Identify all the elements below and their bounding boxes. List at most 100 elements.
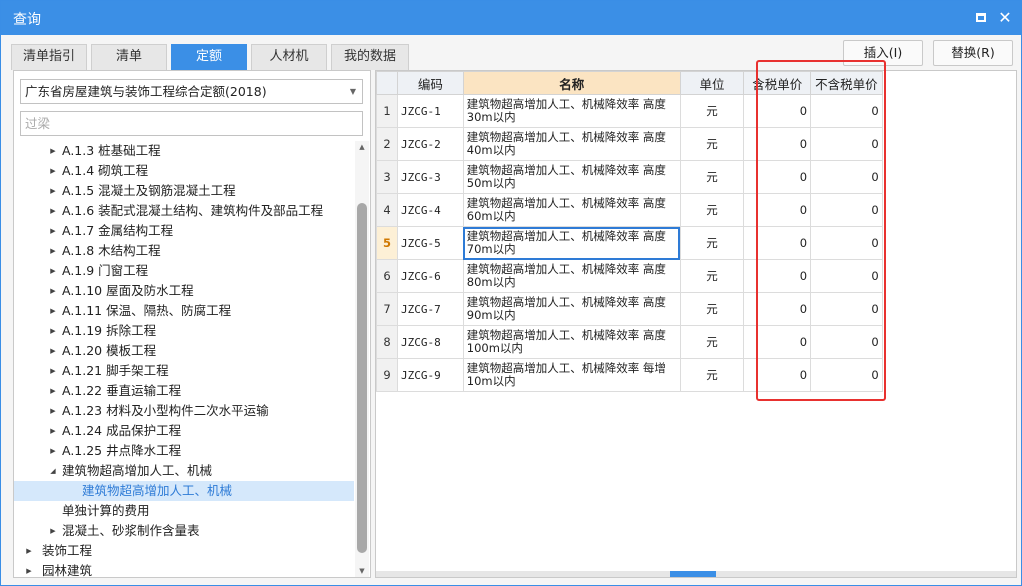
horizontal-scrollbar[interactable]	[376, 571, 1016, 577]
unit-cell[interactable]: 元	[679, 292, 745, 326]
notax-price-cell[interactable]: 0	[810, 325, 883, 359]
notax-price-cell[interactable]: 0	[810, 226, 883, 260]
collapsed-arrow-icon[interactable]: ▶	[48, 421, 58, 441]
collapsed-arrow-icon[interactable]: ▶	[48, 381, 58, 401]
tree-item[interactable]: ▶ A.1.6 装配式混凝土结构、建筑构件及部品工程	[14, 201, 354, 221]
collapsed-arrow-icon[interactable]: ▶	[48, 201, 58, 221]
unit-cell[interactable]: 元	[679, 94, 745, 128]
collapsed-arrow-icon[interactable]: ▶	[48, 281, 58, 301]
collapsed-arrow-icon[interactable]: ▶	[48, 401, 58, 421]
row-number[interactable]: 2	[376, 127, 398, 161]
tax-price-cell[interactable]: 0	[743, 292, 812, 326]
filter-input[interactable]: 过梁	[20, 111, 363, 136]
tax-price-cell[interactable]: 0	[743, 127, 812, 161]
tree-item[interactable]: ▶ A.1.4 砌筑工程	[14, 161, 354, 181]
tree-item[interactable]: 建筑物超高增加人工、机械	[14, 481, 354, 501]
name-cell[interactable]: 建筑物超高增加人工、机械降效率 高度 100m以内	[462, 325, 681, 359]
tree-item[interactable]: ▶ A.1.11 保温、隔热、防腐工程	[14, 301, 354, 321]
name-cell[interactable]: 建筑物超高增加人工、机械降效率 高度 50m以内	[462, 160, 681, 194]
collapsed-arrow-icon[interactable]: ▶	[48, 301, 58, 321]
name-cell[interactable]: 建筑物超高增加人工、机械降效率 高度 70m以内	[462, 226, 681, 260]
unit-cell[interactable]: 元	[679, 127, 745, 161]
unit-cell[interactable]: 元	[679, 160, 745, 194]
tree-item[interactable]: ▶ A.1.20 模板工程	[14, 341, 354, 361]
code-cell[interactable]: JZCG-1	[396, 94, 464, 128]
collapsed-arrow-icon[interactable]: ▶	[48, 361, 58, 381]
expanded-arrow-icon[interactable]: ◢	[48, 461, 58, 481]
tree-item[interactable]: ▶ 装饰工程	[14, 541, 354, 561]
code-column-header[interactable]: 编码	[396, 71, 464, 95]
table-row[interactable]: 4 JZCG-4 建筑物超高增加人工、机械降效率 高度 60m以内元 0 0	[376, 193, 1016, 227]
tree-item[interactable]: ▶ A.1.23 材料及小型构件二次水平运输	[14, 401, 354, 421]
tree-item[interactable]: 单独计算的费用	[14, 501, 354, 521]
notax-price-cell[interactable]: 0	[810, 127, 883, 161]
scroll-up-icon[interactable]: ▲	[357, 143, 367, 151]
table-row[interactable]: 7 JZCG-7 建筑物超高增加人工、机械降效率 高度 90m以内元 0 0	[376, 292, 1016, 326]
tree-item[interactable]: ▶ A.1.9 门窗工程	[14, 261, 354, 281]
code-cell[interactable]: JZCG-4	[396, 193, 464, 227]
code-cell[interactable]: JZCG-9	[396, 358, 464, 392]
tax-price-cell[interactable]: 0	[743, 358, 812, 392]
notax-price-cell[interactable]: 0	[810, 193, 883, 227]
row-number[interactable]: 9	[376, 358, 398, 392]
close-icon[interactable]: ✕	[997, 10, 1013, 26]
notax-price-cell[interactable]: 0	[810, 259, 883, 293]
tree-item[interactable]: ▶ A.1.24 成品保护工程	[14, 421, 354, 441]
tab-my-data[interactable]: 我的数据	[331, 44, 409, 70]
table-row[interactable]: 6 JZCG-6 建筑物超高增加人工、机械降效率 高度 80m以内元 0 0	[376, 259, 1016, 293]
tree-item[interactable]: ▶ A.1.19 拆除工程	[14, 321, 354, 341]
tree-item[interactable]: ▶ A.1.22 垂直运输工程	[14, 381, 354, 401]
code-cell[interactable]: JZCG-6	[396, 259, 464, 293]
tax-price-cell[interactable]: 0	[743, 325, 812, 359]
collapsed-arrow-icon[interactable]: ▶	[48, 161, 58, 181]
tree-item[interactable]: ◢ 建筑物超高增加人工、机械	[14, 461, 354, 481]
collapsed-arrow-icon[interactable]: ▶	[48, 181, 58, 201]
collapsed-arrow-icon[interactable]: ▶	[48, 341, 58, 361]
unit-cell[interactable]: 元	[679, 358, 745, 392]
table-row[interactable]: 9 JZCG-9 建筑物超高增加人工、机械降效率 每增 10m以内元 0 0	[376, 358, 1016, 392]
notax-price-cell[interactable]: 0	[810, 160, 883, 194]
tax-price-column-header[interactable]: 含税单价	[743, 71, 812, 95]
notax-price-cell[interactable]: 0	[810, 292, 883, 326]
tree-item[interactable]: ▶ A.1.21 脚手架工程	[14, 361, 354, 381]
replace-button[interactable]: 替换(R)	[933, 40, 1013, 66]
collapsed-arrow-icon[interactable]: ▶	[48, 241, 58, 261]
notax-price-column-header[interactable]: 不含税单价	[810, 71, 883, 95]
name-column-header[interactable]: 名称	[462, 71, 681, 95]
tree-item[interactable]: ▶ A.1.7 金属结构工程	[14, 221, 354, 241]
collapsed-arrow-icon[interactable]: ▶	[48, 221, 58, 241]
maximize-icon[interactable]	[973, 10, 989, 26]
tax-price-cell[interactable]: 0	[743, 94, 812, 128]
insert-button[interactable]: 插入(I)	[843, 40, 923, 66]
tax-price-cell[interactable]: 0	[743, 160, 812, 194]
tax-price-cell[interactable]: 0	[743, 193, 812, 227]
tree-item[interactable]: ▶ A.1.8 木结构工程	[14, 241, 354, 261]
row-number[interactable]: 8	[376, 325, 398, 359]
unit-column-header[interactable]: 单位	[679, 71, 745, 95]
unit-cell[interactable]: 元	[679, 193, 745, 227]
tree-item[interactable]: ▶ 混凝土、砂浆制作含量表	[14, 521, 354, 541]
name-cell[interactable]: 建筑物超高增加人工、机械降效率 每增 10m以内	[462, 358, 681, 392]
tree-item[interactable]: ▶ 园林建筑	[14, 561, 354, 577]
collapsed-arrow-icon[interactable]: ▶	[48, 261, 58, 281]
name-cell[interactable]: 建筑物超高增加人工、机械降效率 高度 80m以内	[462, 259, 681, 293]
scrollbar-thumb[interactable]	[357, 203, 367, 553]
table-row[interactable]: 3 JZCG-3 建筑物超高增加人工、机械降效率 高度 50m以内元 0 0	[376, 160, 1016, 194]
tab-list[interactable]: 清单	[91, 44, 167, 70]
code-cell[interactable]: JZCG-5	[396, 226, 464, 260]
notax-price-cell[interactable]: 0	[810, 358, 883, 392]
row-number[interactable]: 6	[376, 259, 398, 293]
scroll-down-icon[interactable]: ▼	[357, 567, 367, 575]
unit-cell[interactable]: 元	[679, 325, 745, 359]
row-number[interactable]: 1	[376, 94, 398, 128]
row-number[interactable]: 3	[376, 160, 398, 194]
row-number[interactable]: 5	[376, 226, 398, 260]
table-row[interactable]: 2 JZCG-2 建筑物超高增加人工、机械降效率 高度 40m以内元 0 0	[376, 127, 1016, 161]
notax-price-cell[interactable]: 0	[810, 94, 883, 128]
collapsed-arrow-icon[interactable]: ▶	[48, 441, 58, 461]
tab-list-guide[interactable]: 清单指引	[11, 44, 87, 70]
tree-item[interactable]: ▶ A.1.25 井点降水工程	[14, 441, 354, 461]
library-select[interactable]: 广东省房屋建筑与装饰工程综合定额(2018) ▼	[20, 79, 363, 104]
scrollbar-grip[interactable]	[670, 571, 716, 577]
name-cell[interactable]: 建筑物超高增加人工、机械降效率 高度 60m以内	[462, 193, 681, 227]
